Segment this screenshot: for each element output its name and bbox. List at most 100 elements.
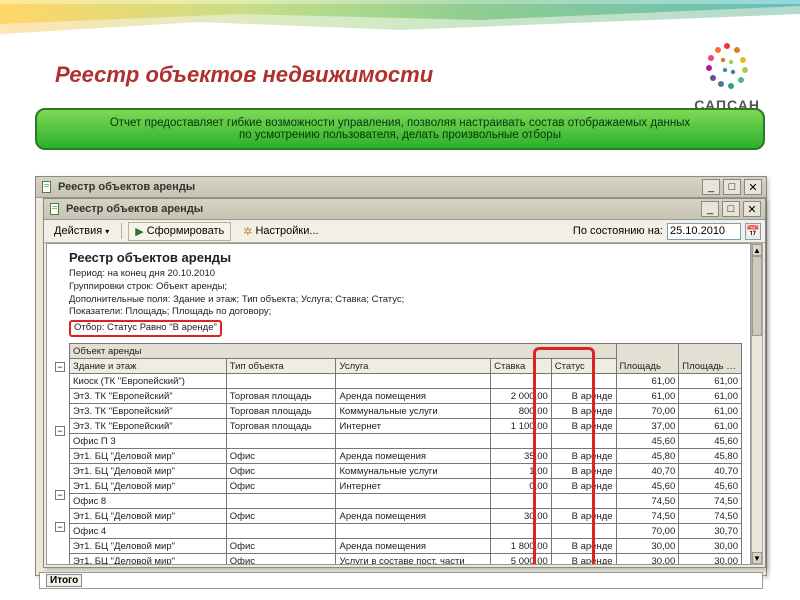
- cell: 74,50: [616, 509, 679, 524]
- cell: Эт3. ТК "Европейский": [70, 404, 227, 419]
- tree-toggle[interactable]: −: [55, 362, 65, 372]
- play-icon: ▶: [135, 225, 143, 238]
- cell: 74,50: [616, 494, 679, 509]
- generate-label: Сформировать: [147, 225, 225, 237]
- col-service: Услуга: [336, 359, 491, 374]
- minimize-button[interactable]: _: [701, 201, 719, 217]
- table-row[interactable]: Эт1. БЦ "Деловой мир"ОфисАренда помещени…: [70, 539, 742, 554]
- cell: 2 000,00: [491, 389, 552, 404]
- status-cell: [551, 524, 616, 539]
- col-type: Тип объекта: [226, 359, 336, 374]
- cell: 61,00: [679, 374, 742, 389]
- cell: 45,60: [616, 479, 679, 494]
- table-row[interactable]: Киоск (ТК "Европейский")61,0061,00: [70, 374, 742, 389]
- calendar-icon[interactable]: 📅: [745, 223, 761, 240]
- toolbar: Действия ▾ ▶ Сформировать ✲ Настройки...…: [44, 220, 765, 243]
- table-row[interactable]: Эт3. ТК "Европейский"Торговая площадьИнт…: [70, 419, 742, 434]
- settings-button[interactable]: ✲ Настройки...: [237, 223, 324, 240]
- cell: Эт1. БЦ "Деловой мир": [70, 479, 227, 494]
- cell: Коммунальные услуги: [336, 404, 491, 419]
- status-cell: В аренде: [551, 404, 616, 419]
- actions-menu[interactable]: Действия ▾: [48, 223, 115, 239]
- cell: Офис 4: [70, 524, 227, 539]
- cell: Аренда помещения: [336, 539, 491, 554]
- status-cell: В аренде: [551, 464, 616, 479]
- cell: Офис: [226, 509, 336, 524]
- close-button[interactable]: ✕: [744, 179, 762, 195]
- cell: 45,60: [616, 434, 679, 449]
- col-status: Статус: [551, 359, 616, 374]
- maximize-button[interactable]: □: [722, 201, 740, 217]
- table-row[interactable]: Офис П 345,6045,60: [70, 434, 742, 449]
- report-title: Реестр объектов аренды: [69, 250, 742, 265]
- close-button[interactable]: ✕: [743, 201, 761, 217]
- doc-icon: [48, 202, 62, 216]
- cell: [336, 374, 491, 389]
- cell: 40,70: [616, 464, 679, 479]
- col-area: Площадь: [616, 344, 679, 374]
- status-cell: В аренде: [551, 449, 616, 464]
- report-indicators: Показатели: Площадь; Площадь по договору…: [69, 306, 742, 319]
- status-cell: В аренде: [551, 509, 616, 524]
- col-building: Здание и этаж: [70, 359, 227, 374]
- date-input[interactable]: [667, 223, 741, 240]
- table-row[interactable]: Эт3. ТК "Европейский"Торговая площадьКом…: [70, 404, 742, 419]
- cell: Торговая площадь: [226, 389, 336, 404]
- generate-button[interactable]: ▶ Сформировать: [128, 222, 231, 241]
- cell: Эт3. ТК "Европейский": [70, 419, 227, 434]
- cell: 45,80: [616, 449, 679, 464]
- cell: [491, 524, 552, 539]
- tree-toggle[interactable]: −: [55, 426, 65, 436]
- table-row[interactable]: Эт1. БЦ "Деловой мир"ОфисАренда помещени…: [70, 509, 742, 524]
- cell: 1 800,00: [491, 539, 552, 554]
- cell: Аренда помещения: [336, 389, 491, 404]
- cell: Офис 8: [70, 494, 227, 509]
- chevron-down-icon: ▾: [105, 227, 109, 236]
- table-row[interactable]: Эт3. ТК "Европейский"Торговая площадьАре…: [70, 389, 742, 404]
- table-row[interactable]: Офис 470,0030,70: [70, 524, 742, 539]
- doc-icon: [40, 180, 54, 194]
- cell: 5 000,00: [491, 554, 552, 565]
- decorative-swoosh: [0, 0, 800, 60]
- cell: Эт3. ТК "Европейский": [70, 389, 227, 404]
- back-window-footer: Итого: [39, 572, 763, 589]
- cell: Интернет: [336, 479, 491, 494]
- cell: Офис: [226, 479, 336, 494]
- cell: 800,00: [491, 404, 552, 419]
- minimize-button[interactable]: _: [702, 179, 720, 195]
- cell: 30,00: [616, 554, 679, 565]
- cell: Торговая площадь: [226, 404, 336, 419]
- cell: [226, 374, 336, 389]
- status-cell: [551, 374, 616, 389]
- page-title: Реестр объектов недвижимости: [55, 62, 433, 88]
- cell: 74,50: [679, 509, 742, 524]
- cell: [336, 524, 491, 539]
- table-row[interactable]: Эт1. БЦ "Деловой мир"ОфисАренда помещени…: [70, 449, 742, 464]
- cell: Офис: [226, 449, 336, 464]
- scrollbar-vertical[interactable]: ▲ ▼: [751, 243, 763, 565]
- cell: 35,00: [491, 449, 552, 464]
- table-row[interactable]: Эт1. БЦ "Деловой мир"ОфисУслуги в состав…: [70, 554, 742, 565]
- tree-toggle[interactable]: −: [55, 522, 65, 532]
- table-row[interactable]: Эт1. БЦ "Деловой мир"ОфисКоммунальные ус…: [70, 464, 742, 479]
- cell: Офис: [226, 539, 336, 554]
- cell: Интернет: [336, 419, 491, 434]
- report-viewport: Реестр объектов аренды Период: на конец …: [46, 243, 751, 565]
- cell: Эт1. БЦ "Деловой мир": [70, 539, 227, 554]
- cell: [491, 434, 552, 449]
- report-period: Период: на конец дня 20.10.2010: [69, 268, 742, 281]
- scroll-down-icon[interactable]: ▼: [752, 552, 762, 564]
- scroll-thumb[interactable]: [752, 256, 762, 336]
- table-row[interactable]: Эт1. БЦ "Деловой мир"ОфисИнтернет0,00В а…: [70, 479, 742, 494]
- cell: [491, 494, 552, 509]
- scroll-up-icon[interactable]: ▲: [752, 244, 762, 256]
- col-area-contract: Площадь по договору: [679, 344, 742, 374]
- cell: 61,00: [679, 389, 742, 404]
- tree-toggle[interactable]: −: [55, 490, 65, 500]
- maximize-button[interactable]: □: [723, 179, 741, 195]
- cell: 45,60: [679, 479, 742, 494]
- logo: САПСАН: [694, 40, 760, 113]
- cell: 37,00: [616, 419, 679, 434]
- table-row[interactable]: Офис 874,5074,50: [70, 494, 742, 509]
- cell: Торговая площадь: [226, 419, 336, 434]
